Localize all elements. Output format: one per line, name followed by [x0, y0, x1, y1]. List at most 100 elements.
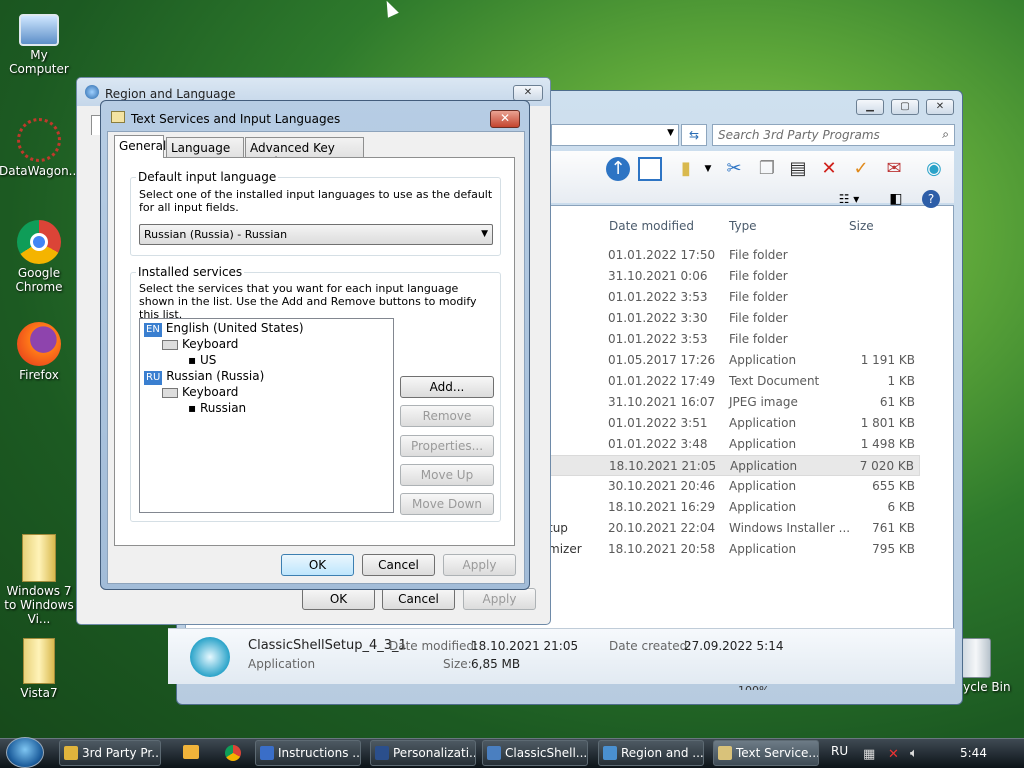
- checkmark-icon[interactable]: ✓: [849, 157, 873, 181]
- file-row[interactable]: mizer 18.10.2021 20:58 Application 795 KB: [545, 539, 920, 560]
- app-icon: [487, 746, 501, 760]
- keyboard-icon: [162, 339, 178, 350]
- preview-pane-icon[interactable]: ◧: [884, 187, 908, 211]
- language-indicator[interactable]: RU: [831, 744, 848, 758]
- tab-general[interactable]: General: [114, 135, 166, 158]
- file-row[interactable]: tup 20.10.2021 22:04 Windows Installer ...…: [545, 518, 920, 539]
- view-options-icon[interactable]: ☷ ▾: [832, 187, 866, 211]
- desktop-icon-vista7-folder[interactable]: Vista7: [0, 638, 79, 700]
- services-tree[interactable]: EN English (United States) Keyboard ▪ US …: [139, 318, 394, 513]
- tree-item-en-us-layout[interactable]: ▪ US: [188, 353, 216, 367]
- default-language-dropdown[interactable]: Russian (Russia) - Russian ▼: [139, 224, 493, 245]
- clock[interactable]: 5:44: [960, 746, 987, 760]
- desktop-icon-firefox[interactable]: Firefox: [0, 322, 79, 382]
- chevron-down-icon[interactable]: ▼: [702, 157, 714, 181]
- remove-button[interactable]: Remove: [400, 405, 494, 427]
- tree-item-ru-keyboard[interactable]: Keyboard: [162, 385, 238, 399]
- search-input[interactable]: Search 3rd Party Programs ⌕: [712, 124, 955, 146]
- file-row[interactable]: 01.01.2022 17:49 Text Document 1 KB: [545, 371, 920, 392]
- file-row[interactable]: 01.01.2022 3:48 Application 1 498 KB: [545, 434, 920, 455]
- file-row[interactable]: 18.10.2021 16:29 Application 6 KB: [545, 497, 920, 518]
- properties-icon[interactable]: ✉: [882, 157, 906, 181]
- move-down-button[interactable]: Move Down: [400, 493, 494, 515]
- maximize-button[interactable]: ▢: [891, 99, 919, 115]
- column-header-type[interactable]: Type: [729, 219, 757, 233]
- file-type: File folder: [729, 290, 788, 304]
- ts-ok-button[interactable]: OK: [281, 554, 354, 576]
- file-size: 7 020 KB: [859, 459, 914, 473]
- file-row[interactable]: 01.05.2017 17:26 Application 1 191 KB: [545, 350, 920, 371]
- delete-icon[interactable]: ✕: [817, 157, 841, 181]
- file-row[interactable]: 01.01.2022 3:53 File folder: [545, 287, 920, 308]
- file-date: 18.10.2021 21:05: [609, 459, 717, 473]
- refresh-button[interactable]: ⇆: [681, 124, 707, 146]
- file-date: 18.10.2021 20:58: [608, 542, 716, 556]
- up-arrow-icon[interactable]: ↑: [606, 157, 630, 181]
- file-row[interactable]: 01.01.2022 3:53 File folder: [545, 329, 920, 350]
- region-close-button[interactable]: ✕: [513, 85, 543, 101]
- file-row[interactable]: 18.10.2021 21:05 Application 7 020 KB: [545, 455, 920, 476]
- tree-item-ru-layout[interactable]: ▪ Russian: [188, 401, 246, 415]
- taskbar-item[interactable]: Instructions ...: [255, 740, 361, 766]
- column-header-size[interactable]: Size: [849, 219, 874, 233]
- file-row[interactable]: 01.01.2022 3:51 Application 1 801 KB: [545, 413, 920, 434]
- desktop-icon-windows7-folder[interactable]: Windows 7 to Windows Vi...: [0, 534, 79, 626]
- file-row[interactable]: 01.01.2022 3:30 File folder: [545, 308, 920, 329]
- properties-button[interactable]: Properties...: [400, 435, 494, 457]
- tree-item-english[interactable]: EN English (United States): [144, 321, 304, 337]
- ts-close-button[interactable]: ✕: [490, 110, 520, 128]
- desktop-icon-datawagon[interactable]: DataWagon...: [0, 118, 80, 178]
- tray-volume-icon[interactable]: 🔈︎: [910, 746, 918, 761]
- search-icon: ⌕: [942, 127, 949, 141]
- shell-icon[interactable]: ◉: [922, 157, 946, 181]
- file-row[interactable]: 31.10.2021 0:06 File folder: [545, 266, 920, 287]
- panel-icon[interactable]: [638, 157, 662, 181]
- region-ok-button[interactable]: OK: [302, 588, 375, 610]
- tab-advanced-key-settings[interactable]: Advanced Key Settings: [245, 137, 364, 169]
- ts-cancel-button[interactable]: Cancel: [362, 554, 435, 576]
- tree-item-en-keyboard[interactable]: Keyboard: [162, 337, 238, 351]
- details-type: Application: [248, 657, 316, 671]
- taskbar-item[interactable]: 3rd Party Pr...: [59, 740, 161, 766]
- file-type: Application: [729, 542, 797, 556]
- region-apply-button[interactable]: Apply: [463, 588, 536, 610]
- file-row[interactable]: 30.10.2021 20:46 Application 655 KB: [545, 476, 920, 497]
- move-up-button[interactable]: Move Up: [400, 464, 494, 486]
- region-cancel-button[interactable]: Cancel: [382, 588, 455, 610]
- close-button[interactable]: ✕: [926, 99, 954, 115]
- file-row[interactable]: 01.01.2022 17:50 File folder: [545, 245, 920, 266]
- app-icon: [64, 746, 78, 760]
- help-icon[interactable]: ?: [922, 190, 940, 208]
- tab-language-bar[interactable]: Language Bar: [166, 137, 244, 169]
- file-type: JPEG image: [729, 395, 798, 409]
- taskbar-item[interactable]: ClassicShell...: [482, 740, 588, 766]
- column-header-date[interactable]: Date modified: [609, 219, 694, 233]
- start-button[interactable]: [6, 737, 44, 768]
- cut-icon[interactable]: ✂: [722, 157, 746, 181]
- datawagon-icon: [17, 118, 61, 162]
- taskbar-item[interactable]: Text Service...: [713, 740, 819, 766]
- add-button[interactable]: Add...: [400, 376, 494, 398]
- ts-apply-button[interactable]: Apply: [443, 554, 516, 576]
- file-type: Application: [730, 459, 798, 473]
- file-row[interactable]: 31.10.2021 16:07 JPEG image 61 KB: [545, 392, 920, 413]
- file-type: Windows Installer ...: [729, 521, 851, 535]
- copy-icon[interactable]: ❐: [755, 157, 779, 181]
- ts-dialog-title: Text Services and Input Languages: [131, 112, 341, 126]
- quicklaunch-media-icon[interactable]: [183, 745, 199, 759]
- minimize-button[interactable]: ▁: [856, 99, 884, 115]
- tray-no-audio-icon[interactable]: ✕: [888, 747, 899, 762]
- desktop-icon-chrome[interactable]: Google Chrome: [0, 220, 79, 294]
- quicklaunch-chrome-icon[interactable]: [225, 745, 241, 761]
- taskbar-item[interactable]: Region and ...: [598, 740, 704, 766]
- file-size: 761 KB: [872, 521, 915, 535]
- file-date: 01.01.2022 3:30: [608, 311, 708, 325]
- folder-options-icon[interactable]: ▮: [674, 157, 698, 181]
- tree-item-russian[interactable]: RU Russian (Russia): [144, 369, 264, 385]
- chevron-down-icon[interactable]: ▼: [667, 128, 674, 138]
- desktop-icon-my-computer[interactable]: My Computer: [0, 10, 79, 76]
- tray-network-icon[interactable]: ▦: [863, 747, 875, 762]
- paste-icon[interactable]: ▤: [786, 157, 810, 181]
- address-bar[interactable]: ▼: [551, 124, 679, 146]
- taskbar-item[interactable]: Personalizati...: [370, 740, 476, 766]
